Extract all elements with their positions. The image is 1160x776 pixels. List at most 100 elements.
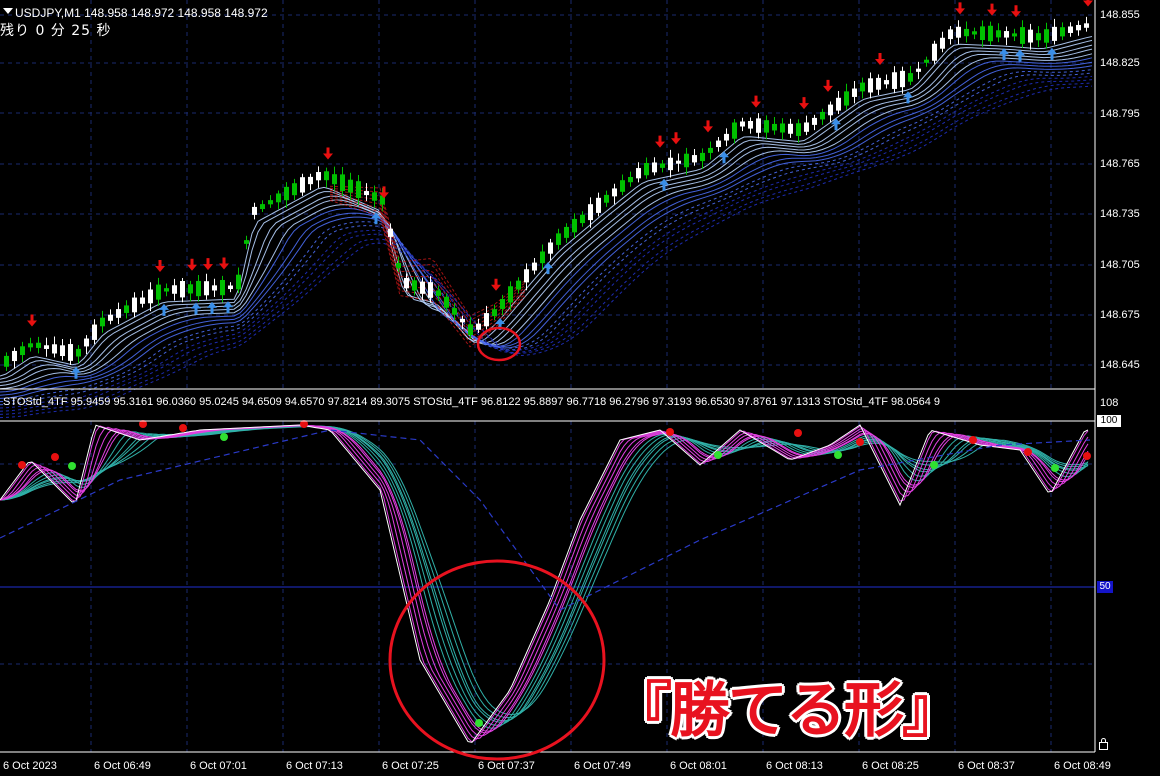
candle-body — [924, 59, 929, 63]
stoch-sell-dot — [1024, 448, 1032, 456]
candle-body — [636, 168, 641, 179]
sell-arrow-icon — [823, 79, 833, 92]
candle-body — [52, 344, 57, 354]
candle-body — [980, 26, 985, 41]
stoch-buy-dot — [475, 719, 483, 727]
candle-body — [932, 43, 937, 61]
ma-line — [0, 69, 1093, 403]
candle-body — [1044, 29, 1049, 43]
candle-body — [860, 82, 865, 92]
candle-body — [180, 281, 185, 298]
symbol-info: USDJPY,M1 148.958 148.972 148.958 148.97… — [15, 6, 268, 20]
candle-body — [548, 242, 553, 254]
candle-body — [252, 206, 257, 215]
candle-body — [580, 214, 585, 224]
price-label: 148.645 — [1100, 359, 1140, 371]
candle-body — [436, 290, 441, 296]
time-label: 6 Oct 08:13 — [766, 760, 823, 772]
candle-body — [244, 240, 249, 244]
lock-icon[interactable] — [1099, 738, 1108, 750]
candle-body — [892, 72, 897, 89]
time-label: 6 Oct 07:25 — [382, 760, 439, 772]
ma-line-bear — [329, 199, 526, 348]
stoch-buy-dot — [714, 451, 722, 459]
candle-body — [940, 37, 945, 49]
candle-body — [276, 193, 281, 203]
highlight-circle — [388, 559, 606, 761]
candle-body — [164, 288, 169, 292]
stoch-buy-dot — [930, 461, 938, 469]
time-label: 6 Oct 08:49 — [1054, 760, 1111, 772]
candle-body — [916, 68, 921, 72]
candle-body — [652, 162, 657, 173]
candle-body — [140, 297, 145, 304]
stoch-sell-dot — [856, 438, 864, 446]
candle-body — [732, 122, 737, 139]
candle-body — [660, 163, 665, 168]
candle-body — [788, 123, 793, 134]
stoch-slow-line — [0, 429, 1091, 611]
sell-arrow-icon — [703, 120, 713, 133]
time-label: 6 Oct 07:13 — [286, 760, 343, 772]
stoch-sell-dot — [666, 428, 674, 436]
candle-body — [236, 274, 241, 290]
bar-countdown: 残り 0 分 25 秒 — [0, 23, 112, 39]
candle-body — [836, 97, 841, 111]
candle-body — [316, 172, 321, 181]
ma-line — [0, 85, 1093, 419]
candle-body — [1076, 24, 1081, 31]
candle-body — [92, 324, 97, 340]
candle-body — [748, 121, 753, 129]
candle-body — [588, 204, 593, 221]
candle-body — [564, 226, 569, 238]
candle-body — [372, 192, 377, 201]
ma-line — [0, 65, 1093, 399]
caption-overlay: 『勝てる形』 — [612, 676, 962, 746]
stoch-buy-dot — [68, 462, 76, 470]
candle-body — [364, 191, 369, 196]
stoch-sell-dot — [179, 424, 187, 432]
sell-arrow-icon — [1083, 0, 1093, 7]
price-label: 148.825 — [1100, 57, 1140, 69]
candle-body — [828, 104, 833, 116]
trading-chart[interactable] — [0, 0, 1160, 776]
sell-arrow-icon — [155, 260, 165, 272]
candle-body — [988, 25, 993, 42]
level-50-label: 50 — [1097, 581, 1113, 593]
candle-body — [68, 344, 73, 361]
sell-arrow-icon — [491, 278, 501, 291]
candle-body — [1068, 26, 1073, 33]
ma-line — [0, 79, 1093, 412]
candle-body — [700, 152, 705, 162]
candle-body — [756, 118, 761, 133]
ma-line — [0, 72, 1093, 406]
candle-body — [420, 281, 425, 294]
candle-body — [148, 289, 153, 304]
triangle-down-icon[interactable] — [3, 8, 13, 14]
stoch-sell-dot — [794, 429, 802, 437]
candle-body — [220, 280, 225, 296]
sell-arrow-icon — [671, 132, 681, 145]
candle-body — [188, 284, 193, 294]
candle-body — [1084, 23, 1089, 28]
sell-arrow-icon — [187, 258, 197, 271]
price-label: 148.705 — [1100, 259, 1140, 271]
ma-line — [0, 39, 1093, 380]
candle-body — [796, 123, 801, 136]
candle-body — [644, 163, 649, 176]
candle-body — [844, 91, 849, 106]
indicator-scale-top: 108 — [1100, 397, 1119, 409]
time-label: 6 Oct 07:01 — [190, 760, 247, 772]
candle-body — [628, 177, 633, 183]
candle-body — [684, 153, 689, 168]
sell-arrow-icon — [219, 257, 229, 270]
candle-body — [196, 280, 201, 297]
time-label: 6 Oct 07:49 — [574, 760, 631, 772]
candle-body — [668, 157, 673, 171]
indicator-label: STOStd_4TF 95.9459 95.3161 96.0360 95.02… — [3, 396, 940, 408]
candle-body — [884, 80, 889, 85]
candle-body — [404, 277, 409, 289]
candle-body — [260, 204, 265, 210]
candle-body — [324, 171, 329, 181]
candle-body — [1004, 31, 1009, 38]
